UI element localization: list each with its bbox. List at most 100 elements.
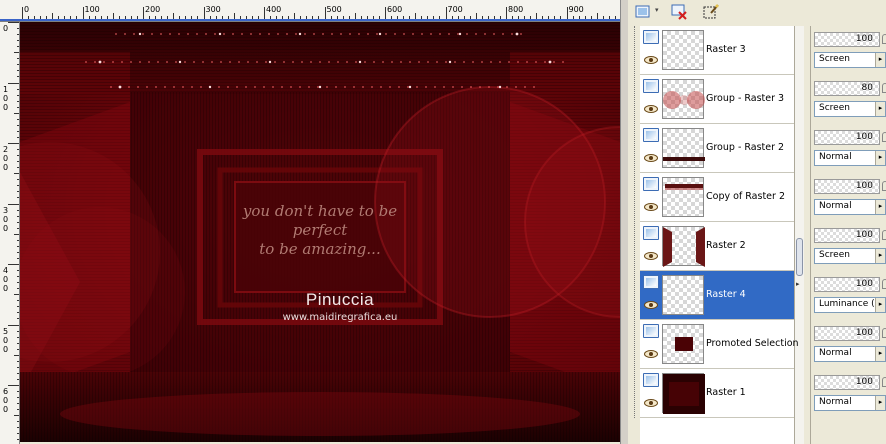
layer-thumbnail[interactable]: [662, 275, 704, 315]
raster-layer-icon[interactable]: [643, 30, 659, 44]
layer-row[interactable]: Raster 4: [640, 271, 794, 320]
ruler-label-digit: 0: [3, 223, 9, 233]
raster-layer-icon[interactable]: [643, 226, 659, 240]
ruler-label-digit: 0: [3, 284, 9, 293]
eye-visibility-icon[interactable]: [644, 350, 658, 358]
layer-thumbnail[interactable]: [662, 30, 704, 70]
opacity-slider[interactable]: 80: [814, 81, 880, 96]
lock-transparency-icon[interactable]: [882, 279, 886, 289]
dropdown-arrow-icon[interactable]: ▸: [875, 200, 885, 214]
blend-mode-select[interactable]: Screen ▸: [814, 248, 886, 264]
layer-thumbnail[interactable]: [662, 373, 705, 414]
raster-layer-icon[interactable]: [643, 177, 659, 191]
raster-layer-icon[interactable]: [643, 128, 659, 142]
lock-transparency-icon[interactable]: [882, 132, 886, 142]
lock-transparency-icon[interactable]: [882, 377, 886, 387]
layer-name[interactable]: Group - Raster 2: [706, 142, 784, 153]
dropdown-arrow-icon[interactable]: ▸: [875, 53, 885, 67]
layer-name[interactable]: Copy of Raster 2: [706, 191, 785, 202]
layer-thumbnail[interactable]: [662, 128, 705, 168]
new-layer-dropdown-icon[interactable]: ▾: [655, 6, 663, 16]
layer-row[interactable]: Raster 2: [640, 222, 794, 271]
image-canvas[interactable]: you don't have to be perfect to be amazi…: [20, 22, 620, 442]
layer-name[interactable]: Raster 2: [706, 240, 746, 251]
layer-row[interactable]: Raster 3: [640, 26, 794, 75]
vertical-ruler[interactable]: 0100200300400500600: [0, 22, 20, 444]
layer-properties: 100 Normal ▸: [810, 173, 886, 222]
opacity-slider[interactable]: 100: [814, 326, 880, 341]
blend-mode-select[interactable]: Normal ▸: [814, 395, 886, 411]
dropdown-arrow-icon[interactable]: ▸: [875, 298, 885, 312]
layer-row[interactable]: Group - Raster 3: [640, 75, 794, 124]
layer-list-scrollbar[interactable]: ▸: [794, 26, 804, 444]
layer-name[interactable]: Raster 3: [706, 44, 746, 55]
ruler-minor-tick: [481, 16, 483, 19]
scrollbar-thumb[interactable]: [796, 238, 803, 276]
ruler-label: 100: [84, 5, 100, 14]
ruler-label-digit: 0: [3, 214, 9, 224]
blend-mode-select[interactable]: Normal ▸: [814, 150, 886, 166]
layer-name[interactable]: Promoted Selection: [706, 338, 799, 349]
horizontal-ruler[interactable]: 0 100 200 300 400 500 600 700 800 900: [0, 0, 620, 22]
layer-row[interactable]: Copy of Raster 2: [640, 173, 794, 222]
dropdown-arrow-icon[interactable]: ▸: [875, 249, 885, 263]
layer-name[interactable]: Raster 1: [706, 387, 746, 398]
layer-row[interactable]: Group - Raster 2: [640, 124, 794, 173]
blend-mode-select[interactable]: Normal ▸: [814, 346, 886, 362]
paint-shop-pro-window: 0 100 200 300 400 500 600 700 800 900 01002003004…: [0, 0, 886, 444]
dropdown-arrow-icon[interactable]: ▸: [875, 151, 885, 165]
ruler-minor-tick: [257, 16, 259, 19]
layer-thumbnail[interactable]: [662, 324, 704, 364]
eye-visibility-icon[interactable]: [644, 105, 658, 113]
ruler-minor-tick: [130, 16, 132, 19]
ruler-minor-tick: [512, 16, 514, 19]
layer-thumbnail[interactable]: [662, 79, 705, 119]
expand-arrow-icon[interactable]: ▸: [796, 280, 800, 288]
blend-mode-value: Normal: [819, 152, 852, 162]
opacity-slider[interactable]: 100: [814, 277, 880, 292]
eye-visibility-icon[interactable]: [644, 301, 658, 309]
opacity-slider[interactable]: 100: [814, 375, 880, 390]
blend-mode-select[interactable]: Screen ▸: [814, 52, 886, 68]
layer-thumbnail[interactable]: [662, 177, 704, 217]
opacity-slider[interactable]: 100: [814, 130, 880, 145]
new-raster-layer-button[interactable]: [632, 2, 654, 22]
layer-row[interactable]: Promoted Selection: [640, 320, 799, 369]
dropdown-arrow-icon[interactable]: ▸: [875, 396, 885, 410]
raster-layer-icon[interactable]: [643, 324, 659, 338]
blend-mode-select[interactable]: Luminance (L) ▸: [814, 297, 886, 313]
ruler-label-digit: 0: [3, 275, 9, 284]
ruler-minor-tick: [397, 16, 399, 19]
ruler-minor-tick: [318, 16, 320, 19]
raster-layer-icon[interactable]: [643, 275, 659, 289]
layer-thumbnail[interactable]: [662, 226, 705, 267]
eye-visibility-icon[interactable]: [644, 203, 658, 211]
opacity-slider[interactable]: 100: [814, 179, 880, 194]
delete-layer-button[interactable]: [668, 2, 690, 22]
dropdown-arrow-icon[interactable]: ▸: [875, 347, 885, 361]
lock-transparency-icon[interactable]: [882, 83, 886, 93]
edit-selection-button[interactable]: [700, 2, 722, 22]
lock-transparency-icon[interactable]: [882, 181, 886, 191]
blend-mode-select[interactable]: Normal ▸: [814, 199, 886, 215]
layer-name[interactable]: Group - Raster 3: [706, 93, 784, 104]
raster-layer-icon[interactable]: [643, 79, 659, 93]
ruler-minor-tick: [112, 13, 114, 19]
eye-visibility-icon[interactable]: [644, 252, 658, 260]
eye-visibility-icon[interactable]: [644, 154, 658, 162]
eye-visibility-icon[interactable]: [644, 56, 658, 64]
raster-layer-icon[interactable]: [643, 373, 659, 387]
blend-mode-select[interactable]: Screen ▸: [814, 101, 886, 117]
layer-name[interactable]: Raster 4: [706, 289, 746, 300]
lock-transparency-icon[interactable]: [882, 328, 886, 338]
opacity-slider[interactable]: 100: [814, 32, 880, 47]
layer-row[interactable]: Raster 1: [640, 369, 794, 418]
lock-transparency-icon[interactable]: [882, 34, 886, 44]
lock-transparency-icon[interactable]: [882, 230, 886, 240]
dropdown-arrow-icon[interactable]: ▸: [875, 102, 885, 116]
ruler-label: 700: [447, 5, 463, 14]
canvas-palette-divider[interactable]: [620, 0, 628, 444]
ruler-minor-tick: [409, 16, 411, 19]
eye-visibility-icon[interactable]: [644, 399, 658, 407]
opacity-slider[interactable]: 100: [814, 228, 880, 243]
